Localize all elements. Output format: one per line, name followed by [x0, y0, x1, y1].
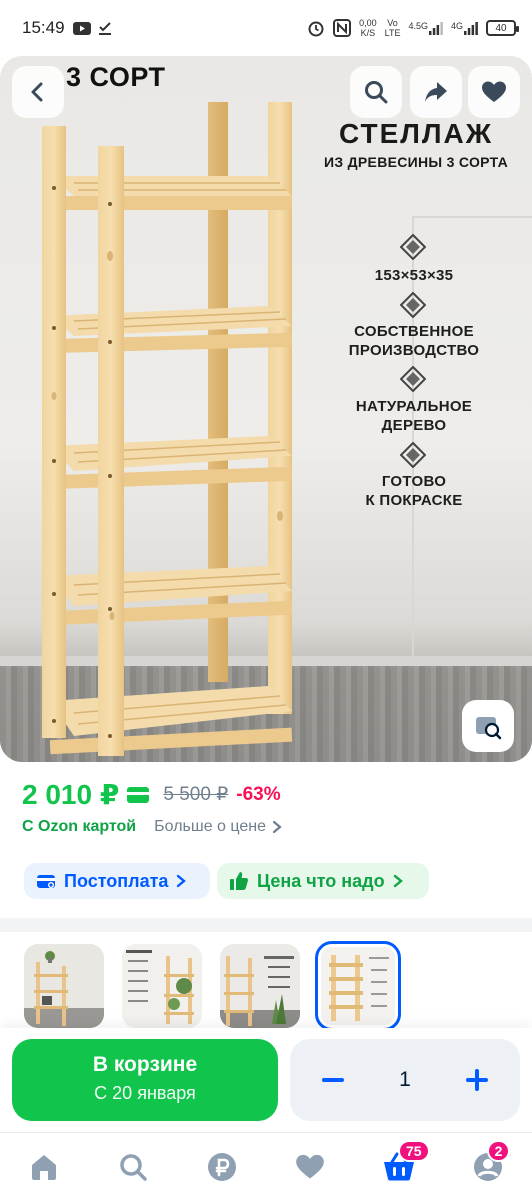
heart-icon [482, 81, 506, 102]
feature-dimensions: 153×53×35 [374, 267, 454, 284]
ruble-icon [207, 1152, 236, 1181]
image-search-button[interactable] [462, 700, 514, 752]
nav-cart[interactable]: 75 [374, 1139, 430, 1192]
volte-label: Vo [387, 18, 398, 28]
battery-icon: 40 [486, 20, 519, 36]
price-row: 2 010 ₽ 5 500 ₽ -63% [22, 778, 281, 811]
price-current: 2 010 ₽ [22, 779, 120, 810]
quantity-stepper: 1 [290, 1039, 520, 1121]
more-price-label: Больше о цене [154, 818, 266, 835]
search-icon [365, 81, 388, 104]
chevron-left-icon [31, 82, 43, 102]
youtube-icon [72, 21, 91, 35]
thumbs-up-icon [230, 872, 249, 890]
search-button[interactable] [350, 66, 402, 118]
thumbnail-2[interactable] [122, 944, 202, 1028]
ozon-card-row: С Ozon картой Больше о цене [22, 818, 282, 836]
status-bar: 15:49 0,00 K/S Vo LTE 4.5G 4G 40 [0, 0, 532, 56]
minus-icon [322, 1078, 344, 1082]
hero-subtitle: ИЗ ДРЕВЕСИНЫ 3 СОРТА [324, 154, 508, 170]
nav-home[interactable] [19, 1142, 69, 1192]
nav-finance[interactable] [197, 1142, 247, 1192]
chevron-right-icon [393, 874, 403, 888]
nav-search[interactable] [108, 1142, 158, 1192]
increase-button[interactable] [462, 1065, 492, 1095]
back-button[interactable] [12, 66, 64, 118]
postpay-label: Постоплата [64, 870, 169, 891]
diamond-icon [400, 366, 426, 392]
share-button[interactable] [410, 66, 462, 118]
alarm-icon [308, 21, 324, 37]
cart-count-badge: 75 [397, 1139, 430, 1162]
search-icon [120, 1153, 147, 1181]
net-speed-unit: K/S [360, 28, 376, 38]
hero-title: СТЕЛЛАЖ [338, 118, 494, 149]
ozon-card-label: С Ozon картой [22, 818, 137, 835]
delivery-date: С 20 января [94, 1083, 196, 1103]
decrease-button[interactable] [318, 1065, 348, 1095]
nav-profile[interactable]: 2 [463, 1139, 513, 1192]
feature-natural-wood: НАТУРАЛЬНОЕ ДЕРЕВО [355, 398, 473, 434]
profile-notification-badge: 2 [486, 1139, 511, 1162]
signal-2: 4G [451, 21, 478, 35]
product-image[interactable]: 153×53×35 СОБСТВЕННОЕ ПРОИЗВОДСТВО НАТУР… [0, 56, 532, 762]
lte-label: LTE [384, 28, 401, 38]
share-icon [425, 82, 447, 102]
postpay-chip[interactable]: Постоплата [24, 863, 210, 899]
sort-badge: 3 СОРТ [66, 62, 166, 92]
feature-paint-ready: ГОТОВО К ПОКРАСКЕ [365, 473, 463, 509]
price-old: 5 500 ₽ [163, 784, 229, 805]
in-cart-label: В корзине [92, 1053, 198, 1076]
signal-2-label: 4G [450, 21, 463, 31]
chevron-right-icon [272, 820, 282, 834]
signal-bars-icon [464, 22, 478, 35]
signal-1: 4.5G [408, 21, 443, 35]
nfc-icon [333, 19, 352, 37]
good-price-label: Цена что надо [257, 870, 385, 891]
shelf-illustration [42, 102, 293, 756]
cart-bar: В корзине С 20 января 1 [0, 1028, 532, 1132]
thumbnail-3[interactable] [220, 944, 300, 1028]
heart-icon [296, 1154, 325, 1179]
favorite-button[interactable] [468, 66, 520, 118]
wallet-icon [37, 875, 55, 888]
diamond-icon [400, 234, 426, 260]
status-time: 15:49 [22, 18, 65, 37]
quantity-value: 1 [399, 1068, 411, 1091]
good-price-chip[interactable]: Цена что надо [217, 863, 429, 899]
diamond-icon [400, 442, 426, 468]
diamond-icon [400, 292, 426, 318]
battery-level: 40 [495, 22, 507, 34]
chevron-right-icon [177, 874, 187, 888]
ozon-card-icon [127, 786, 150, 803]
signal-1-label: 4.5G [408, 21, 428, 31]
feature-production: СОБСТВЕННОЕ ПРОИЗВОДСТВО [348, 323, 480, 359]
plus-icon [466, 1069, 488, 1091]
image-search-icon [476, 717, 502, 740]
discount-badge: -63% [236, 783, 281, 805]
home-icon [32, 1154, 57, 1180]
net-speed: 0,00 [359, 18, 377, 28]
hero-title-block: СТЕЛЛАЖ ИЗ ДРЕВЕСИНЫ 3 СОРТА [300, 118, 532, 170]
download-done-icon [98, 22, 111, 35]
bottom-nav: 75 2 [0, 1132, 532, 1200]
thumbnail-1[interactable] [24, 944, 104, 1028]
more-price-link[interactable]: Больше о цене [154, 818, 282, 836]
section-divider [0, 918, 532, 932]
nav-favorites[interactable] [285, 1142, 335, 1192]
signal-bars-icon [428, 22, 443, 35]
in-cart-button[interactable]: В корзине С 20 января [12, 1039, 278, 1121]
thumbnail-strip [24, 941, 401, 1031]
thumbnail-4[interactable] [315, 941, 401, 1031]
